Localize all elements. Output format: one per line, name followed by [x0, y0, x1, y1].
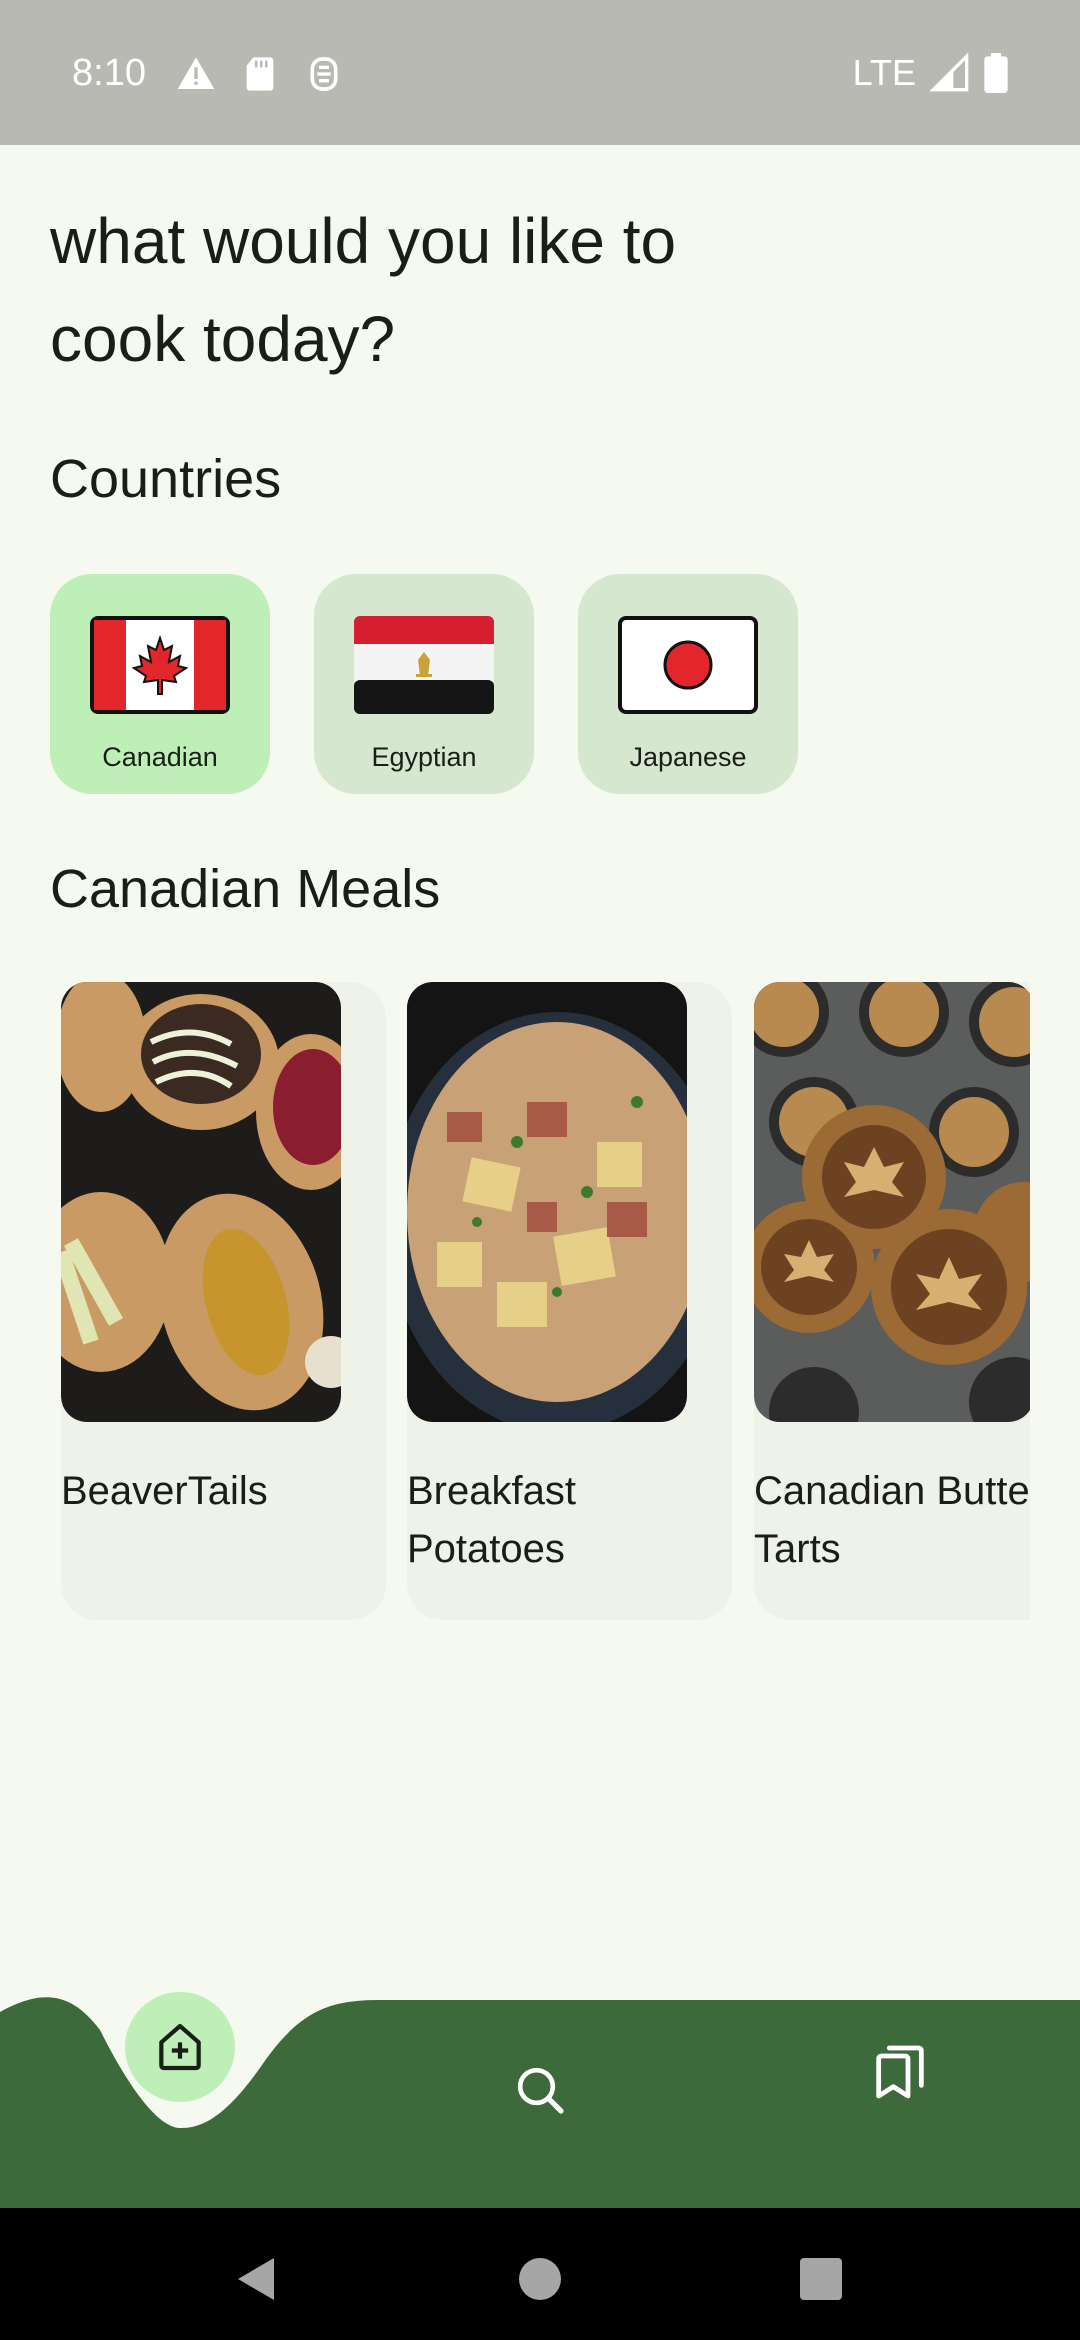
meals-section-title: Canadian Meals [50, 859, 441, 919]
recent-apps-icon[interactable] [800, 2258, 842, 2300]
battery-icon [984, 53, 1008, 93]
country-chip-japanese[interactable]: Japanese [578, 574, 798, 794]
countries-section-title: Countries [50, 449, 282, 509]
system-navigation-bar [0, 2208, 1080, 2340]
sd-card-icon [246, 57, 274, 91]
meal-name: BeaverTails [61, 1469, 268, 1513]
meal-name: Canadian Butter Tarts [754, 1469, 1030, 1571]
egypt-flag-icon [354, 616, 494, 714]
japan-flag-icon [618, 616, 758, 714]
meal-card-breakfast-potatoes[interactable]: Breakfast Potatoes [407, 982, 732, 1620]
home-add-button[interactable] [125, 1992, 235, 2102]
meal-list-overflow: Canadian Butter Tarts [754, 982, 1030, 1622]
search-icon[interactable] [512, 2062, 568, 2118]
meal-image [754, 982, 1030, 1422]
meal-image [61, 982, 341, 1422]
country-chip-egyptian[interactable]: Egyptian [314, 574, 534, 794]
status-time: 8:10 [72, 52, 146, 94]
country-label: Japanese [629, 742, 747, 772]
signal-icon [930, 53, 969, 92]
saved-recipes-icon[interactable] [868, 2040, 932, 2104]
meal-card-butter-tarts[interactable]: Canadian Butter Tarts [754, 982, 1030, 1620]
app-screen: 8:10 LTE what would you like to cook tod… [0, 0, 1080, 2340]
status-bar: 8:10 LTE [0, 0, 1080, 145]
network-type: LTE [852, 52, 916, 93]
alert-icon [177, 57, 215, 89]
country-chip-canadian[interactable]: Canadian [50, 574, 270, 794]
canada-flag-icon [90, 616, 230, 714]
sim-icon [310, 57, 338, 91]
country-label: Egyptian [371, 742, 477, 772]
meal-image [407, 982, 687, 1422]
country-label: Canadian [102, 742, 218, 772]
home-add-icon [159, 2023, 201, 2071]
home-icon[interactable] [519, 2258, 561, 2300]
back-icon[interactable] [236, 2256, 276, 2302]
meal-name: Breakfast Potatoes [407, 1469, 576, 1571]
meal-card-beavertails[interactable]: BeaverTails [61, 982, 386, 1620]
page-headline: what would you like to cook today? [50, 205, 677, 375]
